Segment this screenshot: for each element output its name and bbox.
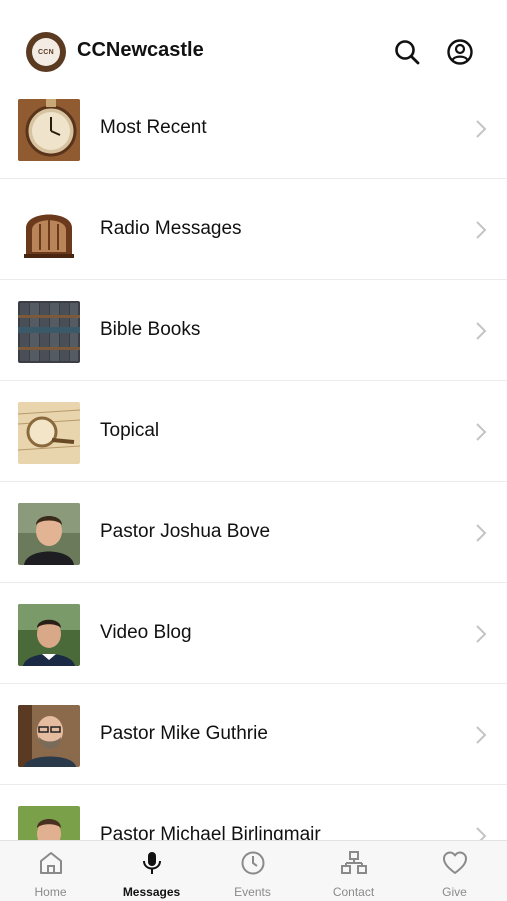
chevron-right-icon — [476, 625, 487, 643]
list-item-radio-messages[interactable]: Radio Messages — [0, 179, 507, 280]
clock-icon — [241, 851, 265, 875]
tab-events[interactable]: Events — [202, 841, 303, 901]
list-item-pastor-joshua-bove[interactable]: Pastor Joshua Bove — [0, 482, 507, 583]
portrait-thumbnail — [18, 604, 80, 666]
tab-messages[interactable]: Messages — [101, 841, 202, 901]
tab-home[interactable]: Home — [0, 841, 101, 901]
list-item-video-blog[interactable]: Video Blog — [0, 583, 507, 684]
list-item-label: Bible Books — [100, 319, 201, 340]
book-spines-thumbnail — [18, 301, 80, 363]
list-item-label: Pastor Mike Guthrie — [100, 723, 268, 744]
tab-contact[interactable]: Contact — [303, 841, 404, 901]
tab-label: Give — [442, 885, 467, 899]
chevron-right-icon — [476, 423, 487, 441]
list-item-label: Topical — [100, 420, 160, 441]
list-item-label: Most Recent — [100, 117, 207, 138]
chevron-right-icon — [476, 524, 487, 542]
tab-label: Messages — [122, 885, 181, 899]
chevron-right-icon — [476, 221, 487, 239]
list-item-pastor-mike-guthrie[interactable]: Pastor Mike Guthrie — [0, 684, 507, 785]
account-icon[interactable] — [446, 38, 474, 66]
tab-label: Events — [234, 885, 271, 899]
vintage-radio-thumbnail — [18, 200, 80, 262]
list-item-label: Video Blog — [100, 622, 192, 643]
portrait-thumbnail — [18, 705, 80, 767]
heart-icon — [443, 851, 467, 874]
tab-label: Contact — [332, 885, 375, 899]
list-item-most-recent[interactable]: Most Recent — [0, 78, 507, 179]
list-item-topical[interactable]: Topical — [0, 381, 507, 482]
bottom-tab-bar: Home Messages Events Contact Give — [0, 840, 507, 901]
list-item-label: Pastor Joshua Bove — [100, 521, 271, 542]
portrait-thumbnail — [18, 503, 80, 565]
messages-list: Most Recent Radio Messages Bible Books T… — [0, 78, 507, 886]
magnifying-glass-thumbnail — [18, 402, 80, 464]
tab-label: Home — [34, 885, 67, 899]
org-chart-icon — [341, 851, 367, 874]
chevron-right-icon — [476, 120, 487, 138]
logo-text: CCN — [32, 38, 60, 66]
list-item-bible-books[interactable]: Bible Books — [0, 280, 507, 381]
app-logo[interactable]: CCN — [26, 32, 66, 72]
search-icon[interactable] — [393, 38, 421, 66]
home-icon — [40, 852, 62, 874]
chevron-right-icon — [476, 322, 487, 340]
tab-give[interactable]: Give — [404, 841, 505, 901]
pocket-watch-thumbnail — [18, 99, 80, 161]
chevron-right-icon — [476, 726, 487, 744]
microphone-icon — [143, 852, 161, 874]
list-item-label: Radio Messages — [100, 218, 242, 239]
app-title: CCNewcastle — [77, 39, 204, 61]
